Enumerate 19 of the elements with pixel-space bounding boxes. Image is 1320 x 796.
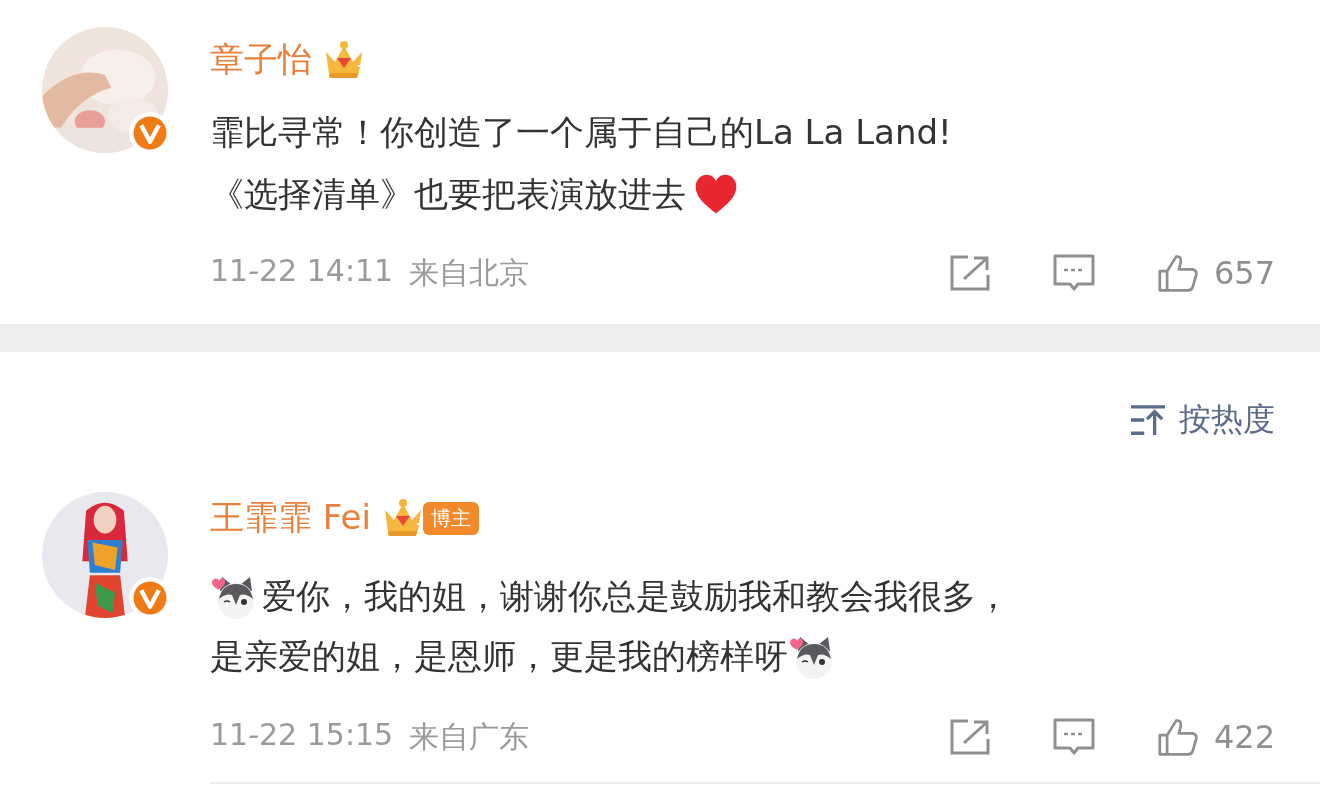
- sort-icon: [1129, 403, 1167, 437]
- blogger-badge: 博主: [422, 501, 479, 535]
- comment-text: 是亲爱的姐，是恩师，更是我的榜样呀: [210, 635, 788, 678]
- comment-time: 11-22 14:11: [210, 252, 394, 290]
- like-count: 657: [1213, 254, 1275, 292]
- author-name[interactable]: 王霏霏 Fei: [210, 495, 371, 541]
- comment-text: 《选择清单》也要把表演放进去: [210, 173, 686, 216]
- comment-text: 爱你，我的姐，谢谢你总是鼓励我和教会我很多，: [262, 575, 1010, 618]
- comment-location: 来自广东: [409, 717, 530, 756]
- comment-time: 11-22 15:15: [210, 716, 394, 754]
- author-name[interactable]: 章子怡: [210, 37, 312, 83]
- thumbs-up-icon[interactable]: [1155, 253, 1200, 293]
- comment-icon[interactable]: [1051, 253, 1096, 293]
- thumbs-up-icon[interactable]: [1155, 717, 1200, 757]
- comment-icon[interactable]: [1051, 717, 1096, 757]
- comment-location: 来自北京: [409, 253, 530, 292]
- like-count: 422: [1213, 718, 1275, 756]
- sort-button[interactable]: 按热度: [1129, 392, 1275, 448]
- comment-text: 霏比寻常！你创造了一个属于自己的La La Land!: [210, 111, 952, 154]
